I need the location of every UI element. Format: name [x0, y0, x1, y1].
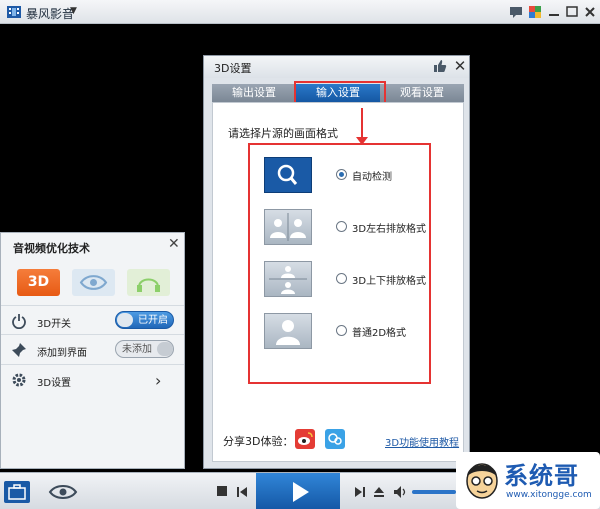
pin-icon — [12, 343, 26, 357]
search-icon[interactable] — [264, 157, 312, 193]
panel-close-icon[interactable]: ✕ — [168, 236, 180, 252]
row-label: 添加到界面 — [37, 348, 87, 359]
chevron-right-icon: › — [155, 371, 162, 390]
radio-2d[interactable] — [336, 325, 347, 336]
toolbox-icon[interactable] — [4, 481, 30, 503]
format-option-2d[interactable]: 普通2D格式 — [264, 313, 424, 349]
title-bar: 暴风影音 ▼ — [0, 0, 600, 24]
next-icon[interactable] — [354, 486, 366, 498]
format-prompt: 请选择片源的画面格式 — [228, 127, 338, 140]
power-icon — [12, 314, 26, 329]
eye-protect-button[interactable] — [72, 269, 115, 296]
format-label: 普通2D格式 — [352, 328, 407, 339]
format-label: 自动检测 — [352, 172, 392, 183]
share-label: 分享3D体验： — [223, 435, 294, 448]
side-by-side-icon[interactable] — [264, 209, 312, 245]
3d-settings-dialog: 3D设置 ✕ 输出设置 输入设置 观看设置 请选择片源的画面格式 自动检测 3D… — [203, 55, 470, 469]
gear-icon — [12, 373, 26, 387]
top-bottom-icon[interactable] — [264, 261, 312, 297]
format-option-top-bottom[interactable]: 3D上下排放格式 — [264, 261, 427, 297]
dialog-header: 3D设置 ✕ — [204, 56, 469, 78]
eye-icon[interactable] — [48, 483, 78, 501]
dialog-title: 3D设置 — [214, 62, 252, 75]
volume-slider[interactable] — [412, 490, 456, 494]
chat-icon[interactable] — [507, 3, 525, 21]
qq-space-icon[interactable] — [325, 429, 345, 449]
skin-icon[interactable] — [526, 3, 544, 21]
3d-switch-toggle[interactable]: 已开启 — [115, 311, 174, 329]
annotation-arrow-line — [361, 108, 363, 140]
radio-auto[interactable] — [336, 169, 347, 180]
format-option-side-by-side[interactable]: 3D左右排放格式 — [264, 209, 427, 245]
toggle-text: 未添加 — [122, 344, 152, 355]
previous-icon[interactable] — [236, 486, 248, 498]
single-person-icon[interactable] — [264, 313, 312, 349]
dialog-body: 请选择片源的画面格式 自动检测 3D左右排放格式 3D上下排放格式 普通2D格式… — [212, 102, 464, 462]
format-option-auto[interactable]: 自动检测 — [264, 157, 424, 193]
thumbs-up-icon[interactable] — [432, 58, 448, 74]
eject-icon[interactable] — [373, 486, 385, 498]
weibo-icon[interactable] — [295, 429, 315, 449]
row-label: 3D开关 — [37, 319, 72, 330]
3d-settings-row[interactable]: 3D设置 › — [1, 364, 184, 394]
toggle-knob — [117, 313, 133, 327]
panel-title: 音视频优化技术 — [13, 242, 90, 255]
tutorial-link[interactable]: 3D功能使用教程 — [385, 434, 459, 449]
format-label: 3D上下排放格式 — [352, 276, 427, 287]
app-title[interactable]: 暴风影音 — [26, 5, 74, 22]
format-label: 3D左右排放格式 — [352, 224, 427, 235]
mascot-logo — [466, 463, 498, 499]
tab-output-settings[interactable]: 输出设置 — [212, 84, 296, 102]
tab-view-settings[interactable]: 观看设置 — [380, 84, 464, 102]
add-to-ui-toggle[interactable]: 未添加 — [115, 340, 174, 358]
add-to-ui-row: 添加到界面 未添加 — [1, 334, 184, 364]
watermark-name: 系统哥 — [504, 462, 579, 490]
eye-icon — [79, 275, 108, 290]
headphones-icon — [137, 278, 160, 292]
app-logo-icon — [7, 6, 21, 18]
watermark-url: www.xitongge.com — [506, 490, 592, 500]
volume-icon[interactable] — [393, 485, 409, 499]
av-optimization-panel: 音视频优化技术 ✕ 3D 3D开关 已开启 添加到界面 未添加 3D设置 › — [0, 232, 185, 469]
format-options-annotation: 自动检测 3D左右排放格式 3D上下排放格式 普通2D格式 — [248, 143, 431, 384]
toggle-knob — [157, 342, 173, 356]
dialog-close-icon[interactable]: ✕ — [453, 59, 467, 74]
play-icon — [293, 482, 309, 502]
sound-enhance-button[interactable] — [127, 269, 170, 296]
radio-side-by-side[interactable] — [336, 221, 347, 232]
maximize-icon[interactable] — [563, 3, 581, 21]
row-label: 3D设置 — [37, 378, 72, 389]
site-watermark: 系统哥 www.xitongge.com — [456, 452, 600, 509]
3d-feature-button[interactable]: 3D — [17, 269, 60, 296]
toggle-text: 已开启 — [138, 315, 168, 326]
3d-switch-row: 3D开关 已开启 — [1, 305, 184, 335]
menu-dropdown-icon[interactable]: ▼ — [70, 6, 77, 16]
play-button[interactable] — [256, 473, 340, 509]
radio-top-bottom[interactable] — [336, 273, 347, 284]
stop-icon[interactable] — [217, 486, 227, 496]
close-icon[interactable] — [581, 3, 599, 21]
minimize-icon[interactable] — [545, 3, 563, 21]
